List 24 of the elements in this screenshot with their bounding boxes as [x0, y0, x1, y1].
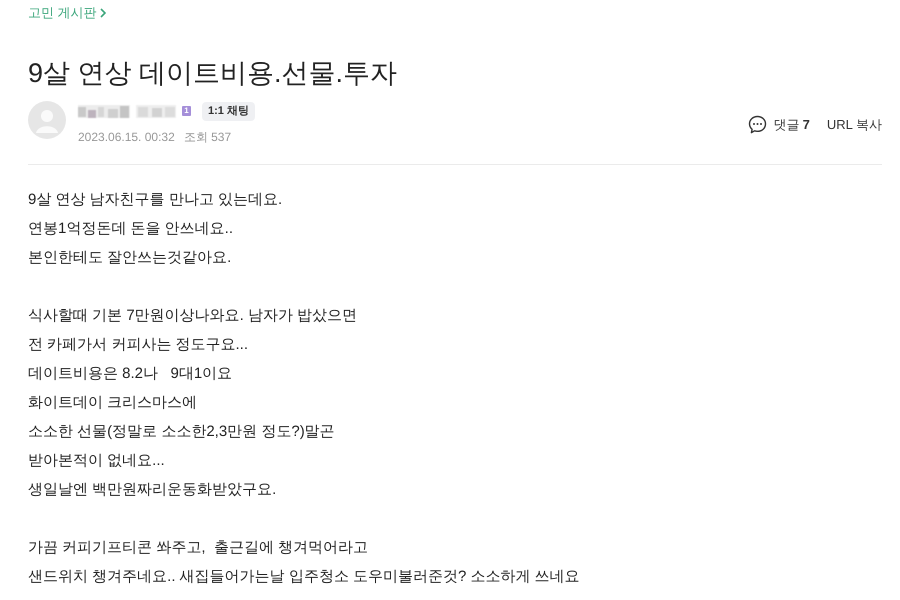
- body-text-line: 받아본적이 없네요...: [28, 451, 165, 471]
- speech-bubble-icon: [748, 115, 767, 134]
- post-date: 2023.06.15. 00:32: [78, 129, 175, 146]
- chat-button[interactable]: 1:1 채팅: [202, 102, 255, 120]
- body-text-line: 본인한테도 잘안쓰는것같아요.: [28, 248, 232, 268]
- copy-url-link[interactable]: URL 복사: [826, 116, 882, 134]
- body-text-line: 9살 연상 남자친구를 만나고 있는데요.: [28, 190, 282, 210]
- body-text-line: 식사할때 기본 7만원이상나와요. 남자가 밥샀으면: [28, 306, 358, 326]
- chevron-right-icon: [100, 8, 106, 18]
- body-text-line: 생일날엔 백만원짜리운동화받았구요.: [28, 480, 276, 500]
- member-level-badge: 1: [182, 106, 191, 116]
- body-text-line: 데이트비용은 8.2나 9대1이요: [28, 364, 232, 384]
- body-text-line: 샌드위치 챙겨주네요.. 새집들어가는날 입주청소 도우미불러준것? 소소하게 쓰네요: [28, 567, 580, 587]
- blurred-author-name: [78, 104, 130, 118]
- comments-link[interactable]: 댓글 7: [748, 115, 810, 134]
- blurred-author-id: [136, 104, 176, 118]
- body-text-line: 연봉1억정돈데 돈을 안쓰네요..: [28, 219, 234, 239]
- post-title: 9살 연상 데이트비용.선물.투자: [28, 57, 398, 90]
- body-text-line: 화이트데이 크리스마스에: [28, 393, 198, 413]
- body-text-line: 가끔 커피기프티콘 쏴주고, 출근길에 챙겨먹어라고: [28, 538, 368, 558]
- avatar-silhouette-icon: [28, 101, 66, 139]
- body-text-line: 소소한 선물(정말로 소소한2,3만원 정도?)말곤: [28, 422, 335, 442]
- view-count: 조회 537: [184, 129, 232, 146]
- body-text-line: 전 카페가서 커피사는 정도구요...: [28, 335, 248, 355]
